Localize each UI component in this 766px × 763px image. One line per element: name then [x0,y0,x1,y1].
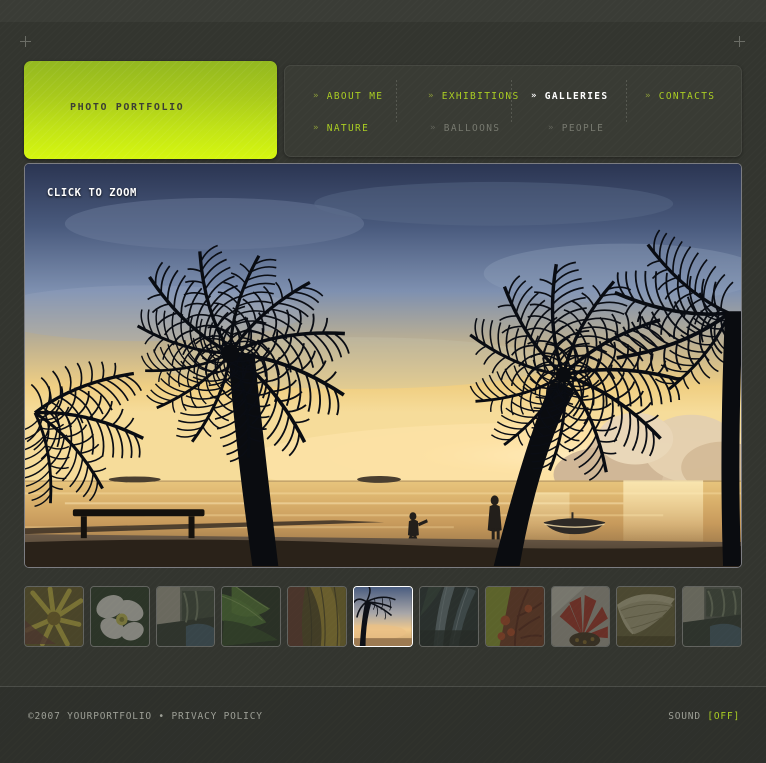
logo-text: PHOTO PORTFOLIO [70,102,185,113]
footer-copyright: ©2007 YOURPORTFOLIO • PRIVACY POLICY [28,711,263,722]
nav-label: EXHIBITIONS [441,91,520,102]
chevron-right-icon: » [548,123,555,133]
chevron-right-icon: » [645,91,652,101]
thumb-art [617,587,676,646]
thumbnail-garden-path[interactable] [682,586,742,647]
thumbnail-white-flower[interactable] [89,586,150,647]
chevron-right-icon: » [430,123,437,133]
copyright-text: ©2007 YOURPORTFOLIO [28,711,152,722]
nav-primary-row: » ABOUT ME » EXHIBITIONS » GALLERIES » C… [285,91,741,111]
thumbnail-strip [24,586,742,647]
thumbnail-green-leaves[interactable] [221,586,282,647]
nav-secondary-row: » NATURE » BALLOONS » PEOPLE [285,123,741,143]
nav-label: BALLOONS [443,123,501,134]
nav-item-exhibitions[interactable]: » EXHIBITIONS [428,91,520,102]
thumbnail-yellow-flower[interactable] [24,586,84,647]
nav-label: NATURE [326,123,370,134]
thumbnail-red-branches[interactable] [484,586,545,647]
content-footer-divider [0,686,766,687]
chevron-right-icon: » [313,91,320,101]
hero-artwork [25,164,741,567]
thumb-art [354,587,412,646]
nav-label: CONTACTS [658,91,716,102]
privacy-policy-link[interactable]: PRIVACY POLICY [171,711,262,722]
plus-marker-icon [20,36,31,47]
thumbnail-red-gerbera[interactable] [550,586,611,647]
thumbnail-dry-leaf[interactable] [616,586,677,647]
hero-image[interactable]: CLICK TO ZOOM [24,163,742,568]
thumbnail-yellow-leaves[interactable] [287,586,348,647]
plus-marker-icon [734,36,745,47]
thumbnail-foliage-window[interactable] [155,586,216,647]
chevron-right-icon: » [428,91,435,101]
sound-state: [OFF] [707,711,740,722]
nav-item-balloons[interactable]: » BALLOONS [430,123,500,134]
thumb-art [156,587,215,646]
navigation-panel: » ABOUT ME » EXHIBITIONS » GALLERIES » C… [284,65,742,157]
nav-item-about-me[interactable]: » ABOUT ME [313,91,383,102]
nav-item-nature[interactable]: » NATURE [313,123,369,134]
footer-background [0,687,766,763]
thumb-art [288,587,347,646]
thumb-art [485,587,544,646]
chevron-right-icon: » [313,123,320,133]
thumb-art [222,587,281,646]
nav-item-galleries[interactable]: » GALLERIES [531,91,608,102]
thumb-art [90,587,149,646]
nav-label: PEOPLE [561,123,605,134]
page-root: PHOTO PORTFOLIO » ABOUT ME » EXHIBITIONS… [0,0,766,763]
thumb-art [419,587,478,646]
chevron-right-icon: » [531,91,538,101]
thumbnail-blue-agave[interactable] [418,586,479,647]
sound-toggle[interactable]: SOUND [OFF] [668,711,740,722]
thumbnail-palm-sunset[interactable] [353,586,413,647]
thumb-art [25,587,83,646]
thumb-art [551,587,610,646]
nav-item-contacts[interactable]: » CONTACTS [645,91,715,102]
thumb-art [683,587,741,646]
sound-label: SOUND [668,711,701,722]
nav-item-people[interactable]: » PEOPLE [548,123,604,134]
footer-separator: • [158,711,165,722]
logo-panel[interactable]: PHOTO PORTFOLIO [24,61,277,159]
nav-label: GALLERIES [544,91,609,102]
nav-label: ABOUT ME [326,91,384,102]
